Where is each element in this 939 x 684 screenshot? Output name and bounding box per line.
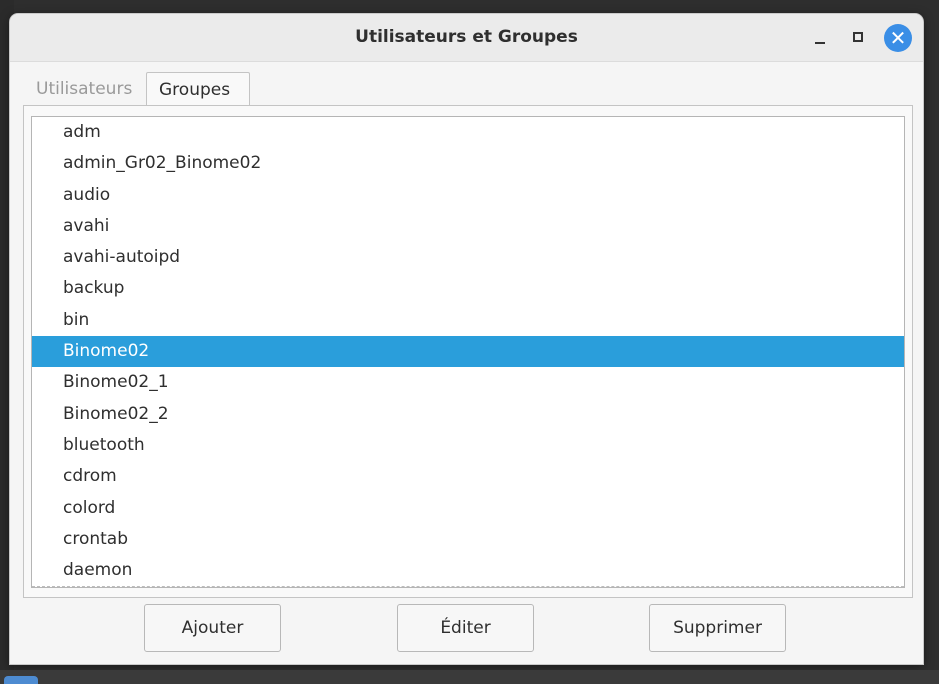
menu-launcher-icon[interactable] — [4, 676, 38, 684]
titlebar[interactable]: Utilisateurs et Groupes ✕ — [10, 14, 923, 62]
list-item[interactable]: Binome02 — [32, 336, 904, 368]
maximize-icon[interactable] — [844, 24, 872, 52]
list-item[interactable]: avahi — [32, 211, 904, 242]
close-icon[interactable]: ✕ — [884, 24, 912, 52]
window-title: Utilisateurs et Groupes — [355, 27, 578, 47]
list-item[interactable]: cdrom — [32, 461, 904, 492]
list-item[interactable]: adm — [32, 117, 904, 148]
list-item[interactable]: colord — [32, 493, 904, 524]
list-item[interactable]: crontab — [32, 524, 904, 555]
tab-utilisateurs[interactable]: Utilisateurs — [24, 72, 136, 106]
action-bar: Ajouter Éditer Supprimer — [10, 604, 923, 654]
list-item[interactable]: backup — [32, 273, 904, 304]
minimize-icon[interactable] — [806, 24, 834, 52]
edit-button[interactable]: Éditer — [397, 604, 534, 652]
list-item[interactable]: Binome02_2 — [32, 399, 904, 430]
add-button[interactable]: Ajouter — [144, 604, 281, 652]
list-item[interactable]: avahi-autoipd — [32, 242, 904, 273]
tab-groupes[interactable]: Groupes — [146, 72, 250, 106]
taskbar — [0, 670, 939, 684]
list-item[interactable]: bluetooth — [32, 430, 904, 461]
groups-panel: adm admin_Gr02_Binome02 audio avahi avahi-au… — [23, 105, 913, 598]
list-item[interactable]: bin — [32, 305, 904, 336]
list-item[interactable]: admin_Gr02_Binome02 — [32, 148, 904, 179]
list-scroll-edge — [32, 575, 904, 587]
groups-list[interactable]: adm admin_Gr02_Binome02 audio avahi avahi-au… — [31, 116, 905, 588]
list-item[interactable]: audio — [32, 180, 904, 211]
list-item[interactable]: Binome02_1 — [32, 367, 904, 398]
users-groups-window: Utilisateurs et Groupes ✕ Utilisateurs G… — [10, 14, 923, 664]
delete-button[interactable]: Supprimer — [649, 604, 786, 652]
